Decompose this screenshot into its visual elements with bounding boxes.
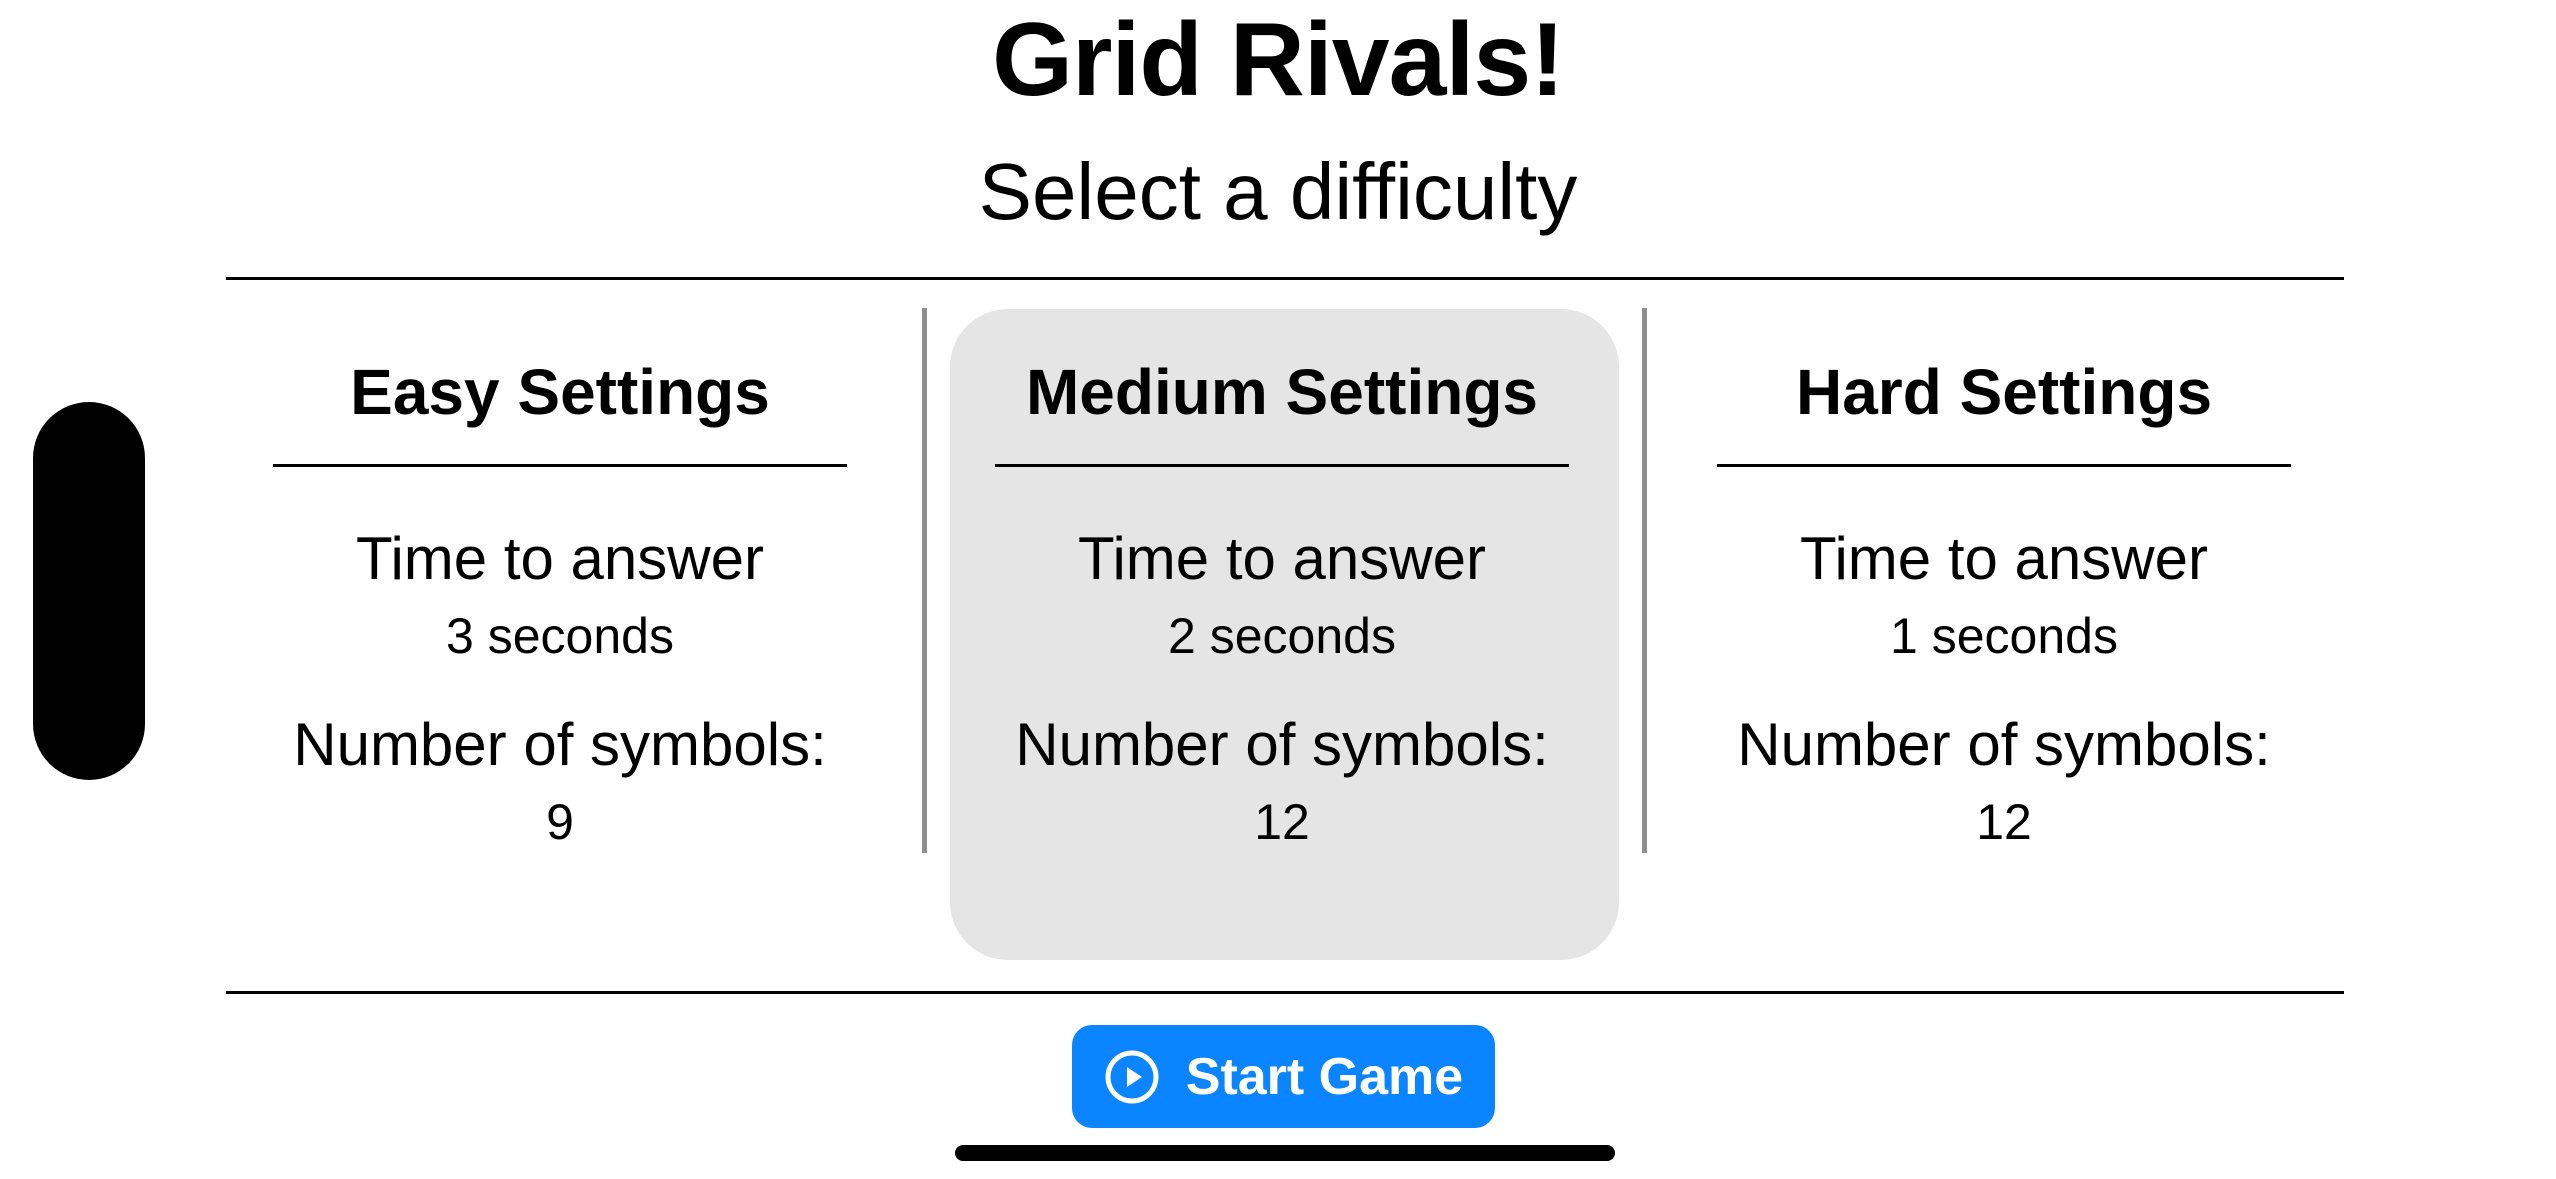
symbols-label: Number of symbols: bbox=[1737, 711, 2271, 778]
difficulty-option-medium[interactable]: Medium Settings Time to answer 2 seconds… bbox=[957, 360, 1607, 847]
heading-underline bbox=[273, 464, 847, 467]
top-divider bbox=[226, 277, 2344, 280]
difficulty-option-easy[interactable]: Easy Settings Time to answer 3 seconds N… bbox=[235, 360, 885, 847]
bottom-divider bbox=[226, 991, 2344, 994]
time-value: 1 seconds bbox=[1890, 608, 2118, 664]
play-circle-icon bbox=[1105, 1050, 1159, 1103]
difficulty-option-hard[interactable]: Hard Settings Time to answer 1 seconds N… bbox=[1679, 360, 2329, 847]
start-game-label: Start Game bbox=[1185, 1047, 1464, 1106]
difficulty-screen: Grid Rivals! Select a difficulty Easy Se… bbox=[0, 0, 2556, 1179]
symbols-label: Number of symbols: bbox=[1015, 711, 1549, 778]
heading-underline bbox=[995, 464, 1569, 467]
symbols-label: Number of symbols: bbox=[293, 711, 827, 778]
difficulty-heading: Hard Settings bbox=[1795, 356, 2213, 428]
time-value: 3 seconds bbox=[446, 608, 674, 664]
time-label: Time to answer bbox=[1078, 525, 1486, 592]
start-game-button[interactable]: Start Game bbox=[1072, 1025, 1495, 1128]
home-indicator bbox=[955, 1145, 1615, 1161]
symbols-value: 12 bbox=[1254, 794, 1310, 850]
difficulty-heading: Medium Settings bbox=[1025, 356, 1539, 428]
time-label: Time to answer bbox=[1800, 525, 2208, 592]
symbols-value: 12 bbox=[1976, 794, 2032, 850]
time-label: Time to answer bbox=[356, 525, 764, 592]
column-divider bbox=[922, 308, 927, 853]
app-title: Grid Rivals! bbox=[992, 2, 1565, 118]
symbols-value: 9 bbox=[546, 794, 574, 850]
heading-underline bbox=[1717, 464, 2291, 467]
side-handle bbox=[33, 402, 145, 780]
column-divider bbox=[1642, 308, 1647, 853]
difficulty-heading: Easy Settings bbox=[350, 356, 770, 428]
time-value: 2 seconds bbox=[1168, 608, 1396, 664]
page-subtitle: Select a difficulty bbox=[978, 147, 1578, 236]
